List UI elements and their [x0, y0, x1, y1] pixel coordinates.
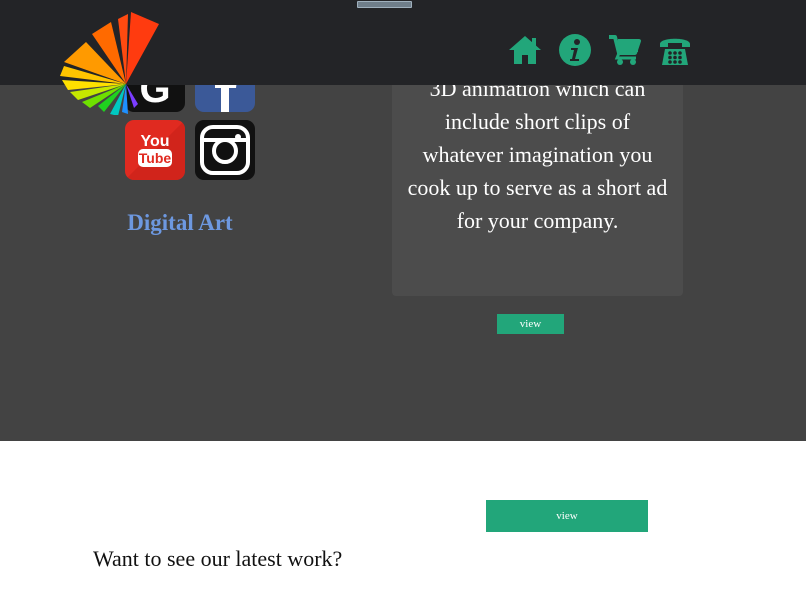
category-title: Digital Art [127, 210, 233, 235]
svg-text:You: You [140, 133, 169, 150]
cta-text: Want to see our latest work? [93, 546, 343, 571]
card-description: 3D animation which can include short cli… [407, 76, 668, 233]
service-card: 3D animation which can include short cli… [392, 60, 683, 296]
phone-icon[interactable] [658, 33, 692, 67]
instagram-icon[interactable] [195, 120, 255, 180]
cart-icon[interactable] [608, 33, 642, 67]
svg-text:Tube: Tube [139, 150, 172, 166]
view-button[interactable]: view [497, 314, 564, 334]
info-icon[interactable] [558, 33, 592, 67]
drag-handle[interactable] [357, 1, 412, 8]
home-icon[interactable] [508, 33, 542, 67]
youtube-icon[interactable]: You Tube [125, 120, 185, 180]
company-logo[interactable] [60, 10, 165, 115]
view-button-secondary[interactable]: view [486, 500, 648, 532]
nav-icons [508, 33, 692, 67]
